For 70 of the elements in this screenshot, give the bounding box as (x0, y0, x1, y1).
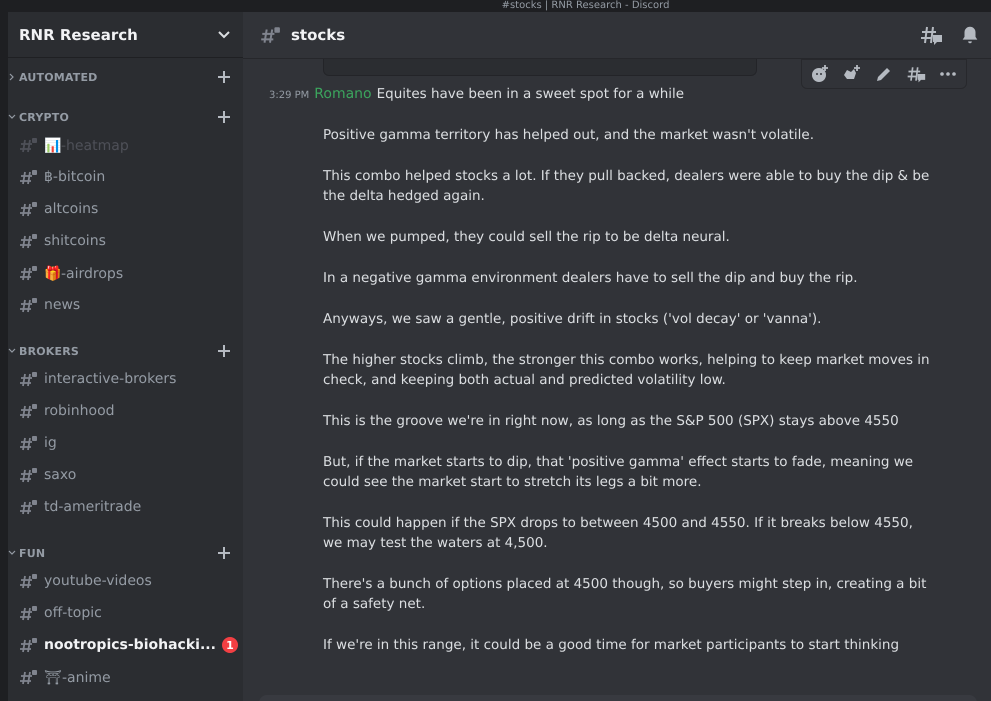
locked-hash-icon (18, 167, 38, 187)
channel-name: news (44, 297, 82, 313)
channel-name: saxo (44, 467, 78, 483)
channel-name: altcoins (44, 201, 100, 217)
channel-name: shitcoins (44, 233, 107, 249)
channel-name: youtube-videos (44, 573, 153, 589)
message-text: This could happen if the SPX drops to between 4500 and 4550. If it breaks below 4550, we may test the waters at 4,500. (323, 514, 914, 553)
locked-hash-icon (18, 295, 38, 315)
channel-item[interactable]: robinhood (18, 396, 235, 426)
category-label[interactable]: CRYPTO (19, 110, 217, 124)
channel-item[interactable]: youtube-videos (18, 566, 235, 596)
plus-icon[interactable] (217, 344, 231, 358)
message-text: If we're in this range, it could be a good time for market participants to start thinking (323, 636, 900, 655)
message-text: Positive gamma territory has helped out, and the market wasn't volatile. (323, 126, 816, 145)
channel-name: td-ameritrade (44, 499, 142, 515)
channel-item[interactable]: interactive-brokers (18, 364, 235, 394)
mention-badge: 1 (222, 637, 238, 653)
category-label[interactable]: BROKERS (19, 344, 217, 358)
plus-icon[interactable] (217, 110, 231, 124)
locked-hash-icon (18, 199, 38, 219)
locked-hash-icon (18, 231, 38, 251)
message-text: In a negative gamma environment dealers have to sell the dip and buy the rip. (323, 269, 859, 288)
message-text: But, if the market starts to dip, that 'positive gamma' effect starts to fade, meaning we could see the market start to stretch its legs a bit more. (323, 453, 914, 492)
channel-item[interactable]: nootropics-biohacki... 1 (18, 630, 235, 660)
locked-hash-icon (18, 571, 38, 591)
channel-item[interactable]: ฿-bitcoin (18, 162, 235, 192)
channel-item[interactable]: td-ameritrade (18, 492, 235, 522)
channel-name: nootropics-biohacki... (44, 637, 216, 653)
message-timestamp: 3:29 PM (269, 90, 310, 101)
channel-item[interactable]: 🎁-airdrops (18, 258, 235, 288)
channel-title: stocks (291, 26, 346, 44)
channel-item[interactable]: saxo (18, 460, 235, 490)
channel-name: ig (44, 435, 58, 451)
locked-hash-icon (18, 433, 38, 453)
message-text: When we pumped, they could sell the rip to be delta neural. (323, 228, 731, 247)
channel-name: robinhood (44, 403, 116, 419)
locked-hash-icon (18, 135, 38, 155)
emoji-add-icon[interactable] (810, 64, 830, 84)
locked-hash-icon (18, 369, 38, 389)
channel-item[interactable]: ig (18, 428, 235, 458)
channel-name: ฿-bitcoin (44, 169, 106, 185)
locked-hash-icon (18, 667, 38, 687)
message-text: This combo helped stocks a lot. If they pull backed, dealers were able to buy the dip & be the delta hedged again. (323, 167, 930, 206)
locked-hash-icon (18, 465, 38, 485)
locked-hash-icon (18, 603, 38, 623)
message-text: Anyways, we saw a gentle, positive drift in stocks ('vol decay' or 'vanna'). (323, 310, 822, 329)
plus-icon[interactable] (217, 546, 231, 560)
message-text: There's a bunch of options placed at 4500 though, so buyers might step in, creating a bit of a safety net. (323, 575, 928, 614)
plus-icon[interactable] (217, 70, 231, 84)
category-label[interactable]: AUTOMATED (19, 70, 217, 84)
locked-hash-icon (18, 401, 38, 421)
channel-item[interactable]: off-topic (18, 598, 235, 628)
message-text: Equites have been in a sweet spot for a while (376, 85, 684, 104)
message-text: This is the groove we're in right now, as long as the S&P 500 (SPX) stays above 4550 (323, 412, 900, 431)
channel-name: off-topic (44, 605, 103, 621)
channel-item[interactable]: altcoins (18, 194, 235, 224)
channel-name: 🎁-airdrops (44, 264, 124, 282)
window-title: #stocks | RNR Research - Discord (502, 0, 670, 12)
author-name[interactable]: Romano (314, 86, 372, 102)
channel-name: ⛩-anime (44, 668, 112, 686)
category-label[interactable]: FUN (19, 546, 217, 560)
channel-name: interactive-brokers (44, 371, 178, 387)
message-text: The higher stocks climb, the stronger this combo works, helping to keep market moves in check, and keeping both actual and predicted volatility low. (323, 351, 931, 390)
locked-hash-icon (18, 497, 38, 517)
channel-item[interactable]: ⛩-anime (18, 662, 235, 692)
channel-item[interactable]: shitcoins (18, 226, 235, 256)
locked-hash-icon (18, 263, 38, 283)
channel-item[interactable]: news (18, 290, 235, 320)
locked-hash-icon (18, 635, 38, 655)
chevron-down-icon (217, 30, 231, 40)
